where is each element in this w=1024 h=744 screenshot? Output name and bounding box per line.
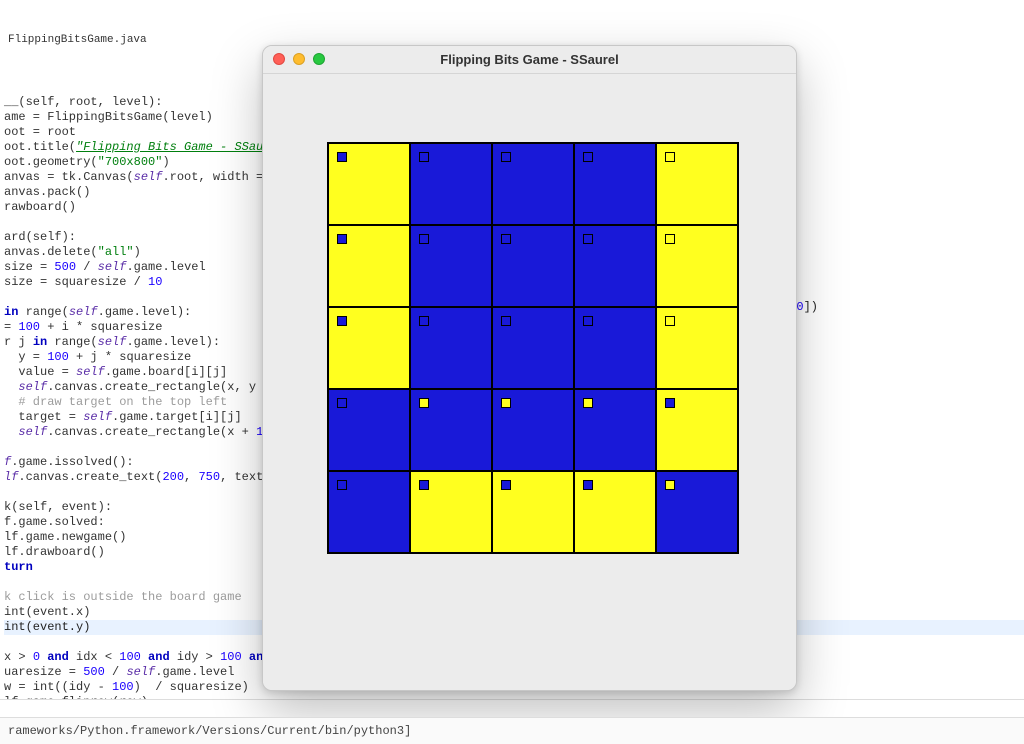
game-canvas[interactable] (263, 74, 796, 690)
board-cell[interactable] (574, 389, 656, 471)
target-marker-icon (419, 316, 429, 326)
status-text: rameworks/Python.framework/Versions/Curr… (8, 724, 411, 738)
board-cell[interactable] (656, 307, 738, 389)
target-marker-icon (419, 480, 429, 490)
board-cell[interactable] (656, 471, 738, 553)
board-cell[interactable] (656, 225, 738, 307)
target-marker-icon (337, 234, 347, 244)
tab-label: FlippingBitsGame.java (8, 34, 147, 46)
target-marker-icon (501, 234, 511, 244)
board-cell[interactable] (410, 471, 492, 553)
board-cell[interactable] (328, 307, 410, 389)
window-title: Flipping Bits Game - SSaurel (273, 52, 786, 67)
target-marker-icon (583, 234, 593, 244)
target-marker-icon (501, 480, 511, 490)
board-cell[interactable] (328, 389, 410, 471)
game-window[interactable]: Flipping Bits Game - SSaurel (262, 45, 797, 691)
target-marker-icon (419, 234, 429, 244)
target-marker-icon (665, 152, 675, 162)
board-cell[interactable] (574, 143, 656, 225)
minimize-icon[interactable] (293, 53, 305, 65)
traffic-lights (273, 53, 325, 65)
target-marker-icon (583, 316, 593, 326)
board-cell[interactable] (492, 143, 574, 225)
board-cell[interactable] (410, 307, 492, 389)
game-board[interactable] (327, 142, 739, 554)
target-marker-icon (337, 480, 347, 490)
board-cell[interactable] (574, 471, 656, 553)
target-marker-icon (337, 398, 347, 408)
target-marker-icon (665, 234, 675, 244)
target-marker-icon (337, 316, 347, 326)
target-marker-icon (419, 152, 429, 162)
target-marker-icon (583, 480, 593, 490)
board-cell[interactable] (410, 225, 492, 307)
board-cell[interactable] (656, 389, 738, 471)
target-marker-icon (583, 398, 593, 408)
target-marker-icon (501, 398, 511, 408)
board-cell[interactable] (574, 225, 656, 307)
board-cell[interactable] (328, 143, 410, 225)
board-cell[interactable] (410, 143, 492, 225)
board-cell[interactable] (492, 389, 574, 471)
target-marker-icon (501, 316, 511, 326)
board-cell[interactable] (328, 471, 410, 553)
window-titlebar[interactable]: Flipping Bits Game - SSaurel (263, 46, 796, 74)
board-cell[interactable] (492, 307, 574, 389)
target-marker-icon (419, 398, 429, 408)
board-cell[interactable] (492, 225, 574, 307)
target-marker-icon (665, 398, 675, 408)
status-bar: rameworks/Python.framework/Versions/Curr… (0, 717, 1024, 744)
zoom-icon[interactable] (313, 53, 325, 65)
target-marker-icon (501, 152, 511, 162)
board-cell[interactable] (656, 143, 738, 225)
board-cell[interactable] (492, 471, 574, 553)
board-cell[interactable] (328, 225, 410, 307)
close-icon[interactable] (273, 53, 285, 65)
target-marker-icon (337, 152, 347, 162)
board-cell[interactable] (410, 389, 492, 471)
target-marker-icon (665, 480, 675, 490)
target-marker-icon (583, 152, 593, 162)
target-marker-icon (665, 316, 675, 326)
board-cell[interactable] (574, 307, 656, 389)
